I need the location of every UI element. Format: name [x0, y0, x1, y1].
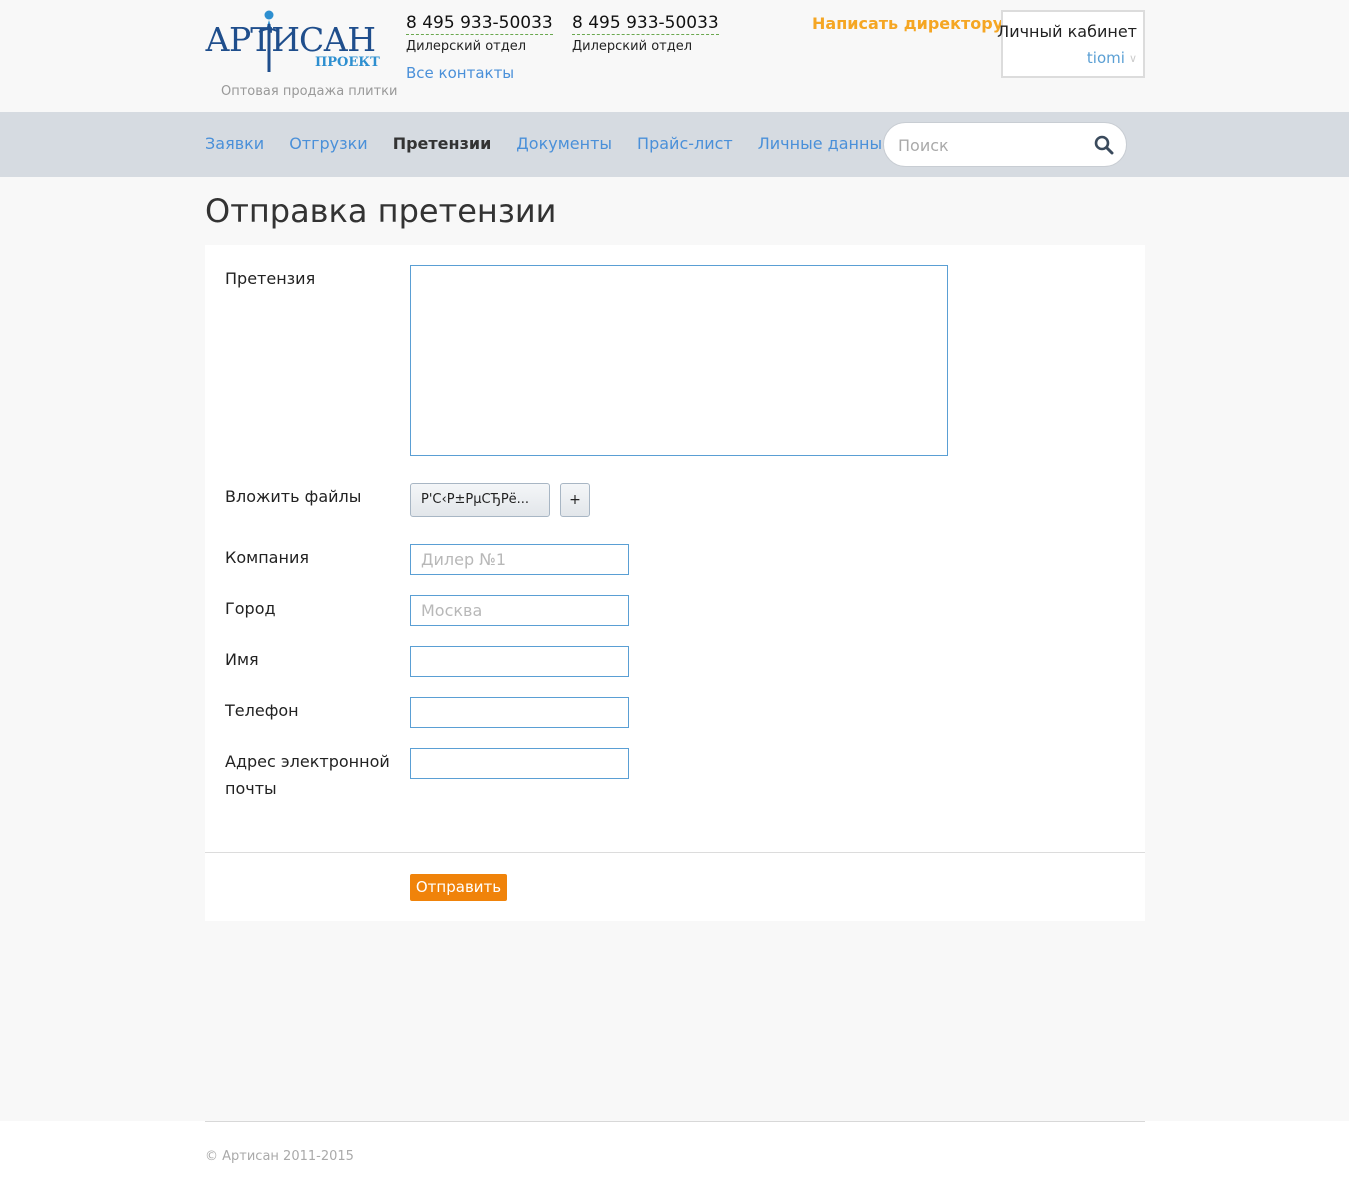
- nav-item-personal-data[interactable]: Личные данные: [758, 134, 892, 154]
- logo-tagline: Оптовая продажа плитки: [221, 84, 398, 99]
- claim-label: Претензия: [225, 269, 316, 288]
- email-label-line2: почты: [225, 779, 277, 798]
- files-label: Вложить файлы: [225, 487, 362, 506]
- phone-label: Телефон: [225, 701, 299, 720]
- logo-sub: ПРОЕКТ: [315, 55, 380, 70]
- company-input[interactable]: [410, 544, 629, 575]
- search-icon[interactable]: [1094, 135, 1114, 155]
- city-label: Город: [225, 599, 276, 618]
- company-label: Компания: [225, 548, 309, 567]
- site-footer: © Артисан 2011-2015: [0, 1121, 1349, 1193]
- email-label: Адрес электронной почты: [225, 748, 390, 802]
- name-label: Имя: [225, 650, 259, 669]
- phone-block-1: 8 495 933-50033 Дилерский отдел Все конт…: [406, 13, 553, 82]
- search-box: [883, 122, 1127, 167]
- submit-button[interactable]: Отправить: [410, 874, 507, 901]
- page-title: Отправка претензии: [205, 192, 557, 230]
- nav-item-requests[interactable]: Заявки: [205, 134, 264, 154]
- account-username: tiomi: [1086, 49, 1125, 67]
- account-title: Личный кабинет: [997, 22, 1137, 41]
- account-box[interactable]: Личный кабинет tiomi ∨: [997, 10, 1145, 78]
- site-header: АРТИСАН ПРОЕКТ Оптовая продажа плитки 8 …: [0, 0, 1349, 112]
- email-label-line1: Адрес электронной: [225, 752, 390, 771]
- phone-desc: Дилерский отдел: [406, 39, 527, 54]
- main-nav: Заявки Отгрузки Претензии Документы Прай…: [0, 112, 1349, 177]
- phone-block-2: 8 495 933-50033 Дилерский отдел: [572, 13, 719, 54]
- choose-file-button[interactable]: Р'С‹Р±РµСЂРё...: [410, 483, 550, 517]
- logo-word: АРТИСАН: [205, 20, 376, 59]
- form-divider: [205, 852, 1145, 853]
- email-input[interactable]: [410, 748, 629, 779]
- claim-form: Претензия Вложить файлы Р'С‹Р±РµСЂРё... …: [205, 245, 1145, 921]
- write-director-link[interactable]: Написать директору: [812, 14, 1003, 33]
- name-input[interactable]: [410, 646, 629, 677]
- nav-item-claims[interactable]: Претензии: [393, 134, 492, 154]
- nav-item-documents[interactable]: Документы: [516, 134, 612, 154]
- phone-number[interactable]: 8 495 933-50033: [572, 13, 719, 35]
- copyright: © Артисан 2011-2015: [205, 1149, 354, 1164]
- claim-textarea[interactable]: [410, 265, 948, 456]
- logo[interactable]: АРТИСАН ПРОЕКТ Оптовая продажа плитки: [205, 10, 397, 100]
- search-input[interactable]: [898, 133, 1088, 157]
- nav-item-pricelist[interactable]: Прайс-лист: [637, 134, 733, 154]
- all-contacts-link[interactable]: Все контакты: [406, 64, 514, 82]
- chevron-down-icon: ∨: [1128, 52, 1137, 65]
- nav-items: Заявки Отгрузки Претензии Документы Прай…: [205, 134, 892, 154]
- footer-divider: [205, 1121, 1145, 1122]
- nav-item-shipments[interactable]: Отгрузки: [289, 134, 368, 154]
- account-user-dropdown[interactable]: tiomi ∨: [1087, 49, 1137, 67]
- city-input[interactable]: [410, 595, 629, 626]
- phone-number[interactable]: 8 495 933-50033: [406, 13, 553, 35]
- add-file-button[interactable]: +: [560, 483, 590, 517]
- phone-desc: Дилерский отдел: [572, 39, 693, 54]
- phone-input[interactable]: [410, 697, 629, 728]
